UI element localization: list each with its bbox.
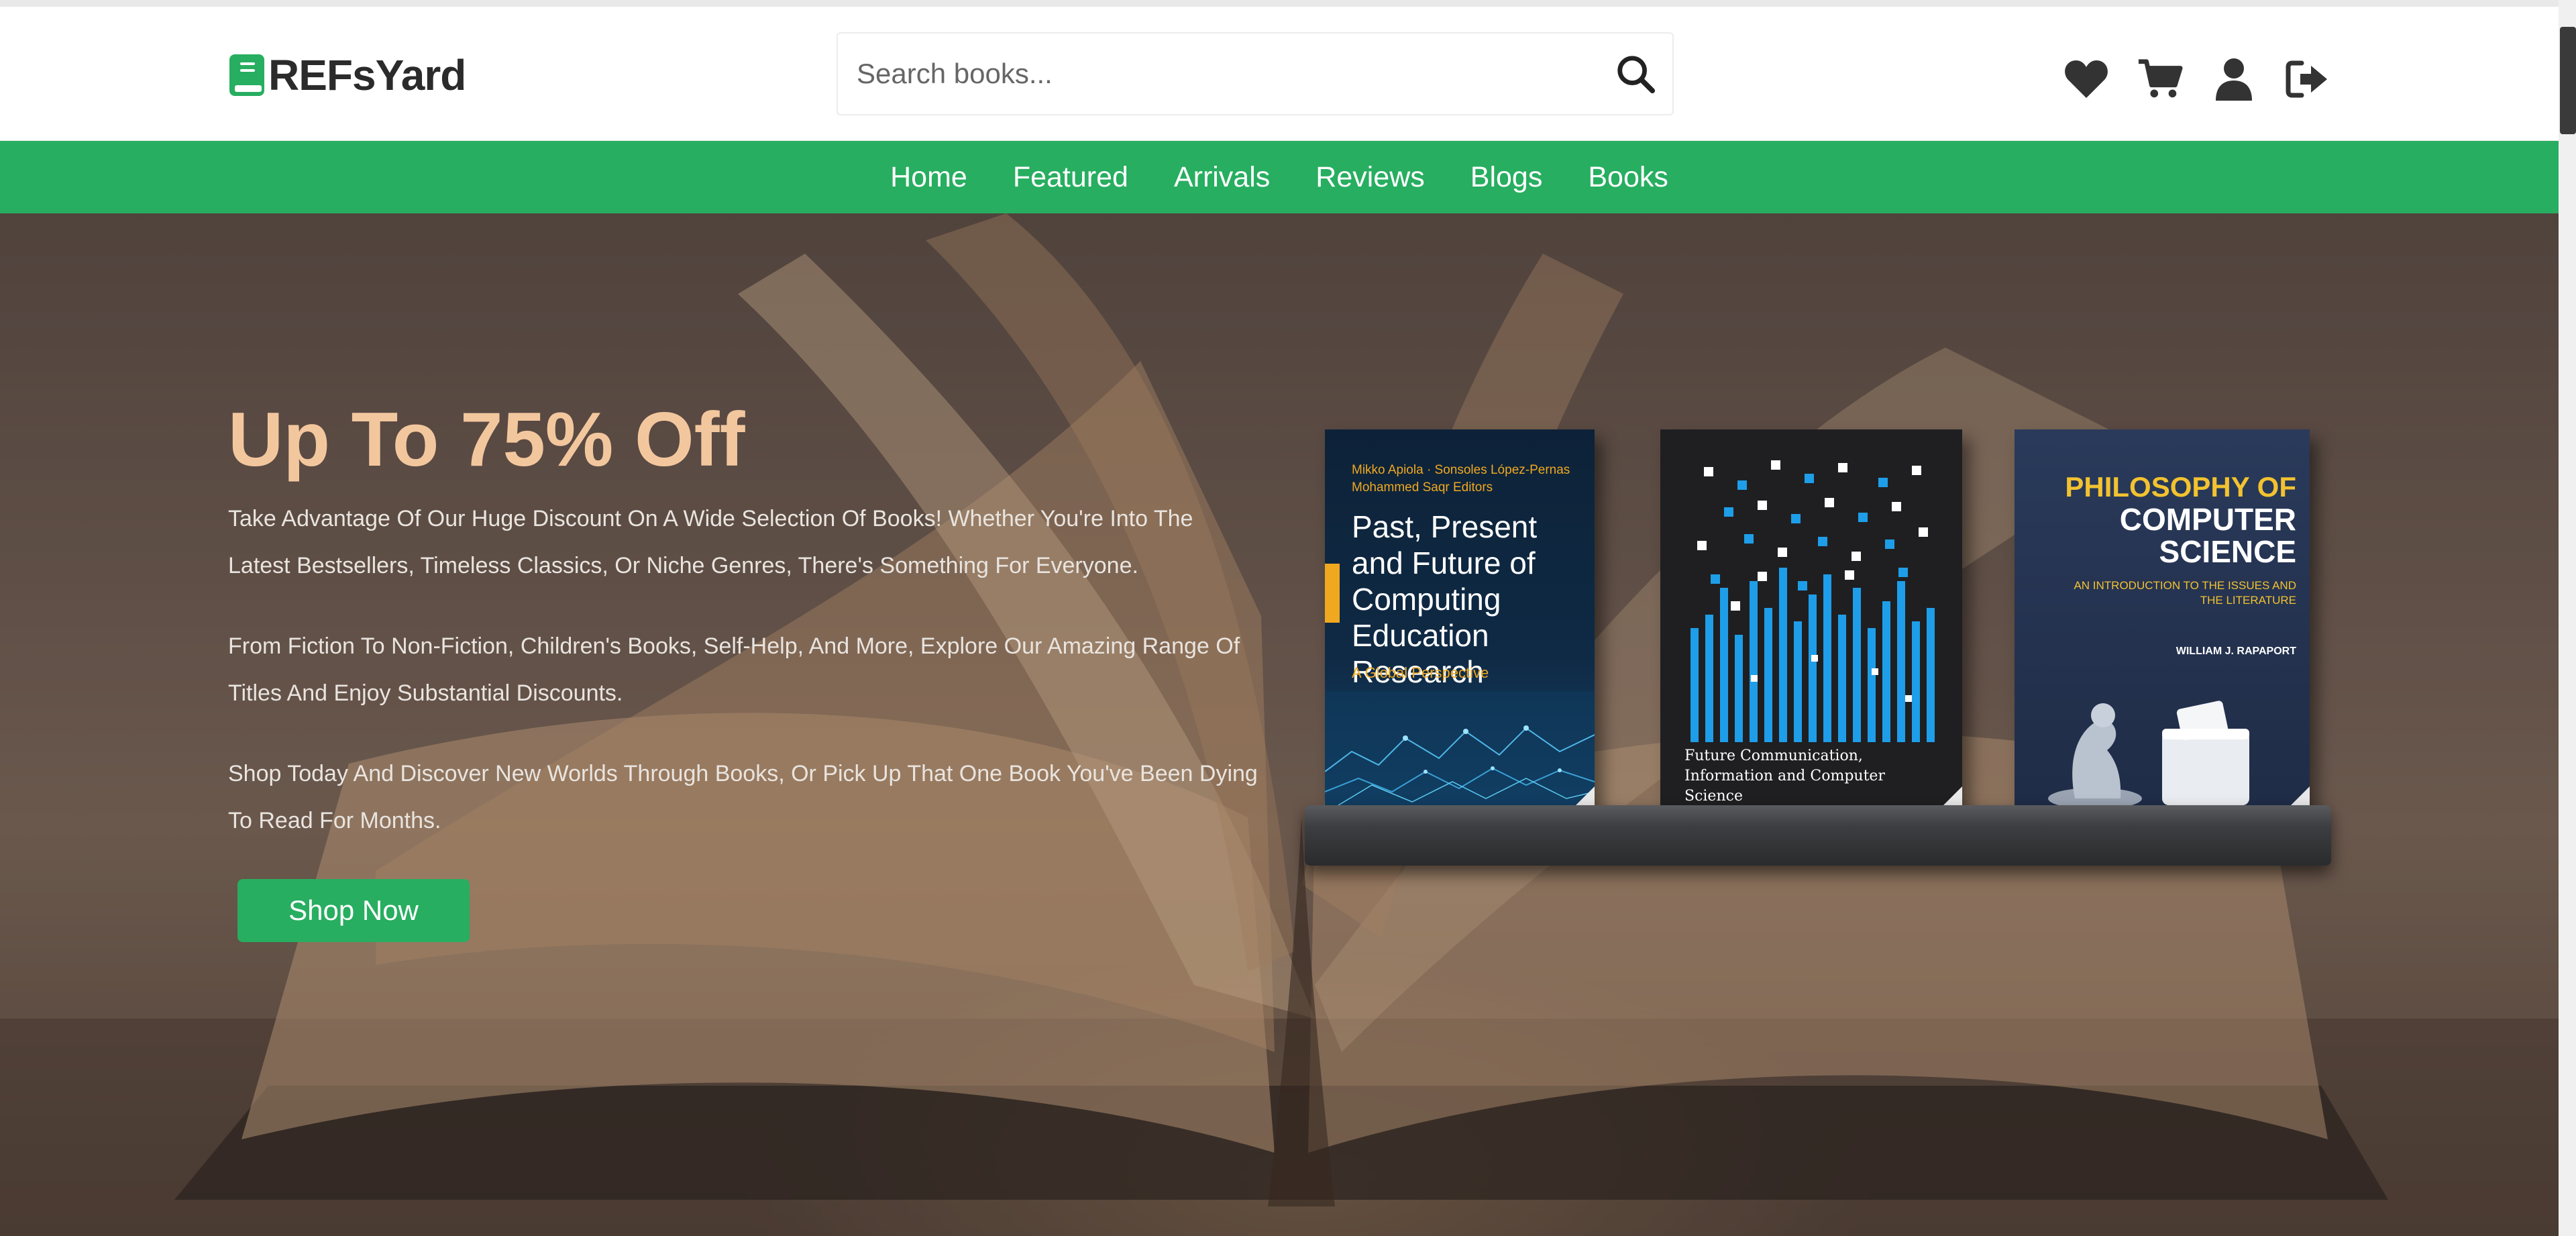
- network-art: [1325, 691, 1595, 812]
- logo[interactable]: REFsYard: [228, 48, 466, 102]
- book-title-line-2: COMPUTER SCIENCE: [2119, 502, 2296, 569]
- book-title-line-1: PHILOSOPHY OF: [2065, 471, 2296, 503]
- book-cover-computing-education[interactable]: Mikko Apiola · Sonsoles López-Pernas Moh…: [1325, 429, 1595, 812]
- user-icon[interactable]: [2211, 56, 2257, 102]
- nav-home[interactable]: Home: [890, 161, 967, 194]
- nav-reviews[interactable]: Reviews: [1316, 161, 1425, 194]
- hero-paragraph-2: From Fiction To Non-Fiction, Children's …: [228, 633, 1240, 706]
- book-author: WILLIAM J. RAPAPORT: [2176, 646, 2296, 657]
- thinker-statue-art: [2048, 701, 2249, 809]
- book-icon: [228, 53, 267, 97]
- logo-text: REFsYard: [268, 51, 466, 99]
- cover-accent-bar: [1325, 564, 1340, 623]
- shelf-board: [1305, 805, 2331, 866]
- hero-banner: Up To 75% Off Take Advantage Of Our Huge…: [0, 213, 2559, 1236]
- search-input[interactable]: [838, 34, 1599, 114]
- cart-icon[interactable]: [2137, 56, 2183, 102]
- book-subtitle: AN INTRODUCTION TO THE ISSUES AND THE LI…: [2074, 579, 2296, 607]
- pixel-bars-art: [1684, 454, 1939, 742]
- book-shelf: Mikko Apiola · Sonsoles López-Pernas Moh…: [1305, 429, 2331, 872]
- nav-blogs[interactable]: Blogs: [1470, 161, 1543, 194]
- sign-out-icon[interactable]: [2285, 56, 2330, 102]
- hero-paragraph-1: Take Advantage Of Our Huge Discount On A…: [228, 506, 1193, 578]
- book-title: PHILOSOPHY OF COMPUTER SCIENCE: [2028, 471, 2296, 568]
- hero-paragraph-3: Shop Today And Discover New Worlds Throu…: [228, 761, 1258, 833]
- shop-now-button[interactable]: Shop Now: [237, 879, 470, 942]
- nav-featured[interactable]: Featured: [1013, 161, 1128, 194]
- book-authors: Mikko Apiola · Sonsoles López-Pernas Moh…: [1352, 463, 1570, 495]
- book-title: Past, Present and Future of Computing Ed…: [1352, 509, 1538, 689]
- search-icon[interactable]: [1599, 34, 1672, 114]
- header-icons: [2063, 52, 2330, 106]
- nav-books[interactable]: Books: [1588, 161, 1668, 194]
- scrollbar-track[interactable]: [2559, 0, 2576, 1236]
- site-header: REFsYard: [0, 7, 2559, 141]
- hero-content: Up To 75% Off Take Advantage Of Our Huge…: [228, 393, 1261, 942]
- book-subtitle: A Global Perspective: [1352, 664, 1489, 681]
- nav-arrivals[interactable]: Arrivals: [1174, 161, 1270, 194]
- search-bar: [837, 32, 1674, 115]
- book-cover-future-communication[interactable]: Future Communication, Information and Co…: [1660, 429, 1962, 812]
- hero-title: Up To 75% Off: [228, 397, 745, 482]
- scrollbar-thumb[interactable]: [2560, 27, 2576, 134]
- main-nav: Home Featured Arrivals Reviews Blogs Boo…: [0, 141, 2559, 213]
- book-cover-philosophy-cs[interactable]: PHILOSOPHY OF COMPUTER SCIENCE AN INTROD…: [2015, 429, 2310, 812]
- book-title: Future Communication, Information and Co…: [1684, 748, 1885, 805]
- heart-icon[interactable]: [2063, 56, 2109, 102]
- top-border: [0, 0, 2559, 7]
